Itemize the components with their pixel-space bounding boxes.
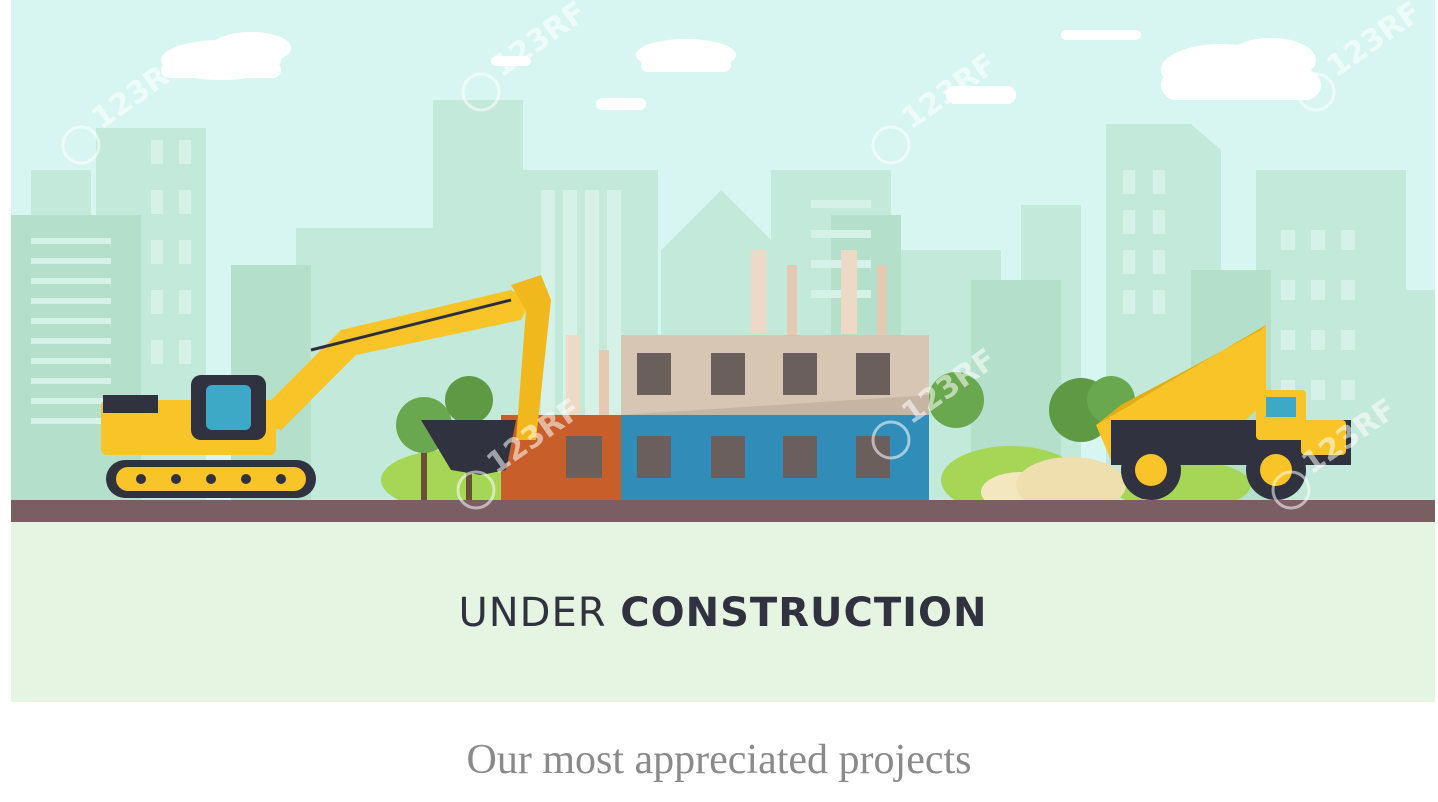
hero-banner: 123RF 123RF 123RF 123RF 123RF 123RF 123R… (11, 0, 1435, 702)
title-bold: CONSTRUCTION (620, 590, 988, 636)
page: 123RF 123RF 123RF 123RF 123RF 123RF 123R… (0, 0, 1438, 802)
under-construction-title: UNDER CONSTRUCTION (11, 590, 1435, 636)
title-light: UNDER (458, 590, 607, 636)
road (11, 500, 1435, 522)
section-heading: Our most appreciated projects (466, 737, 972, 783)
